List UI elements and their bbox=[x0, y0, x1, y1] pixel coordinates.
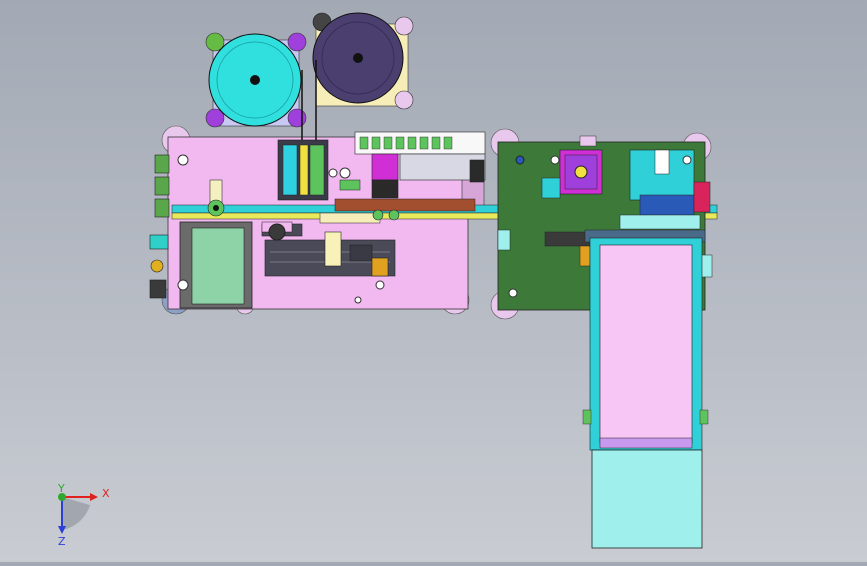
collection-box bbox=[591, 449, 703, 549]
output-conveyor[interactable] bbox=[582, 229, 709, 549]
assembly-model[interactable]: X Y Z bbox=[0, 0, 867, 562]
axis-x-label: X bbox=[102, 487, 110, 500]
axis-z-label: Z bbox=[58, 535, 66, 548]
axis-triad: X Y Z bbox=[57, 482, 110, 548]
conveyor-belt bbox=[599, 244, 693, 444]
axis-y-label: Y bbox=[57, 482, 65, 495]
cad-viewport[interactable]: X Y Z bbox=[0, 0, 867, 562]
magenta-actuator bbox=[371, 153, 399, 181]
